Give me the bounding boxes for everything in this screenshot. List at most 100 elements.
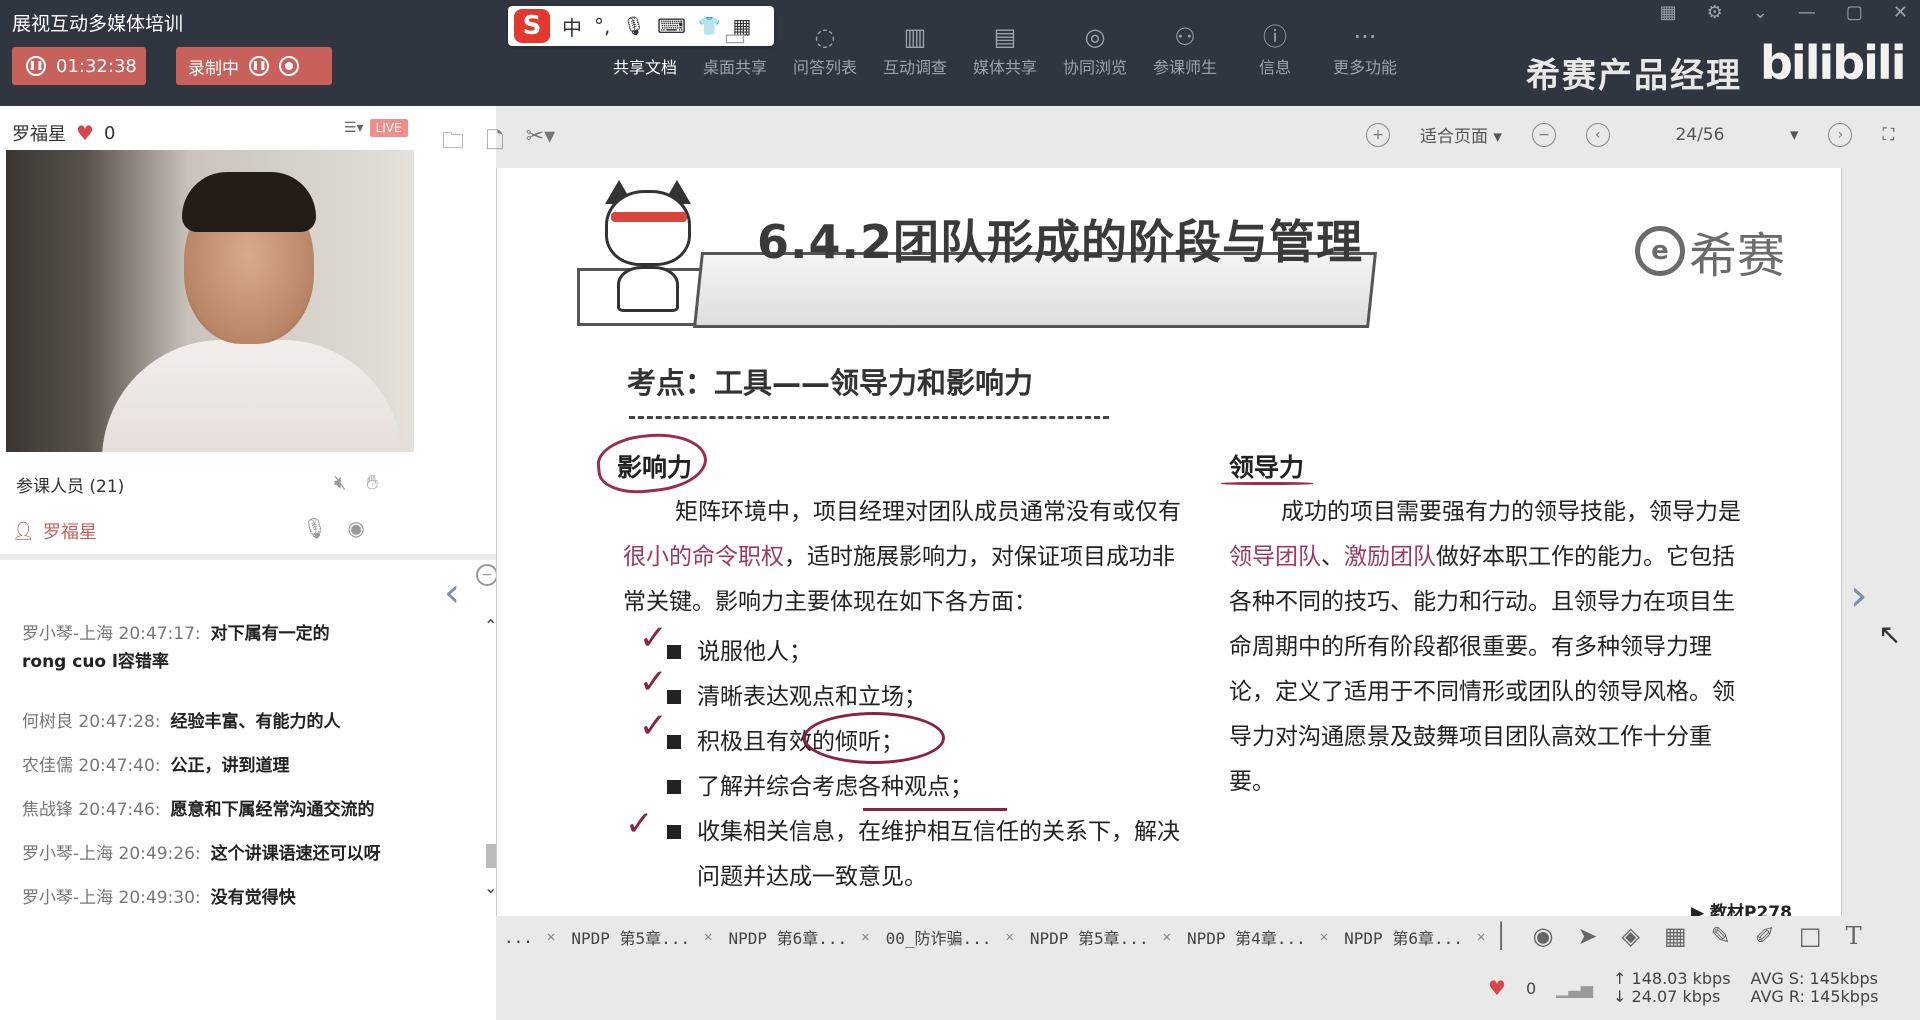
tab-close-icon[interactable]: ✕	[1320, 929, 1328, 945]
influence-bullets: 说服他人； 清晰表达观点和立场； 积极且有效的倾听； 了解并综合考虑各种观点； 收集相关…	[667, 630, 1187, 900]
pause-record-icon[interactable]: ❚❚	[249, 56, 269, 76]
chat-text: 对下属有一定的	[210, 624, 330, 644]
minimize-icon[interactable]: —	[1798, 2, 1816, 23]
bullet-square-icon	[667, 825, 681, 839]
host-row[interactable]: 👤︎ 罗福星	[12, 518, 97, 544]
toolbar-item-6[interactable]: ⚇ 参课师生	[1140, 20, 1230, 78]
page-number[interactable]: 24/56	[1640, 125, 1760, 145]
window-controls: ▦ ⚙ ⌄ — ▢ ✕	[1660, 2, 1908, 23]
heart-icon[interactable]: ♥	[76, 121, 94, 145]
bullet-item: 收集相关信息，在维护相互信任的关系下，解决问题并达成一致意见。	[667, 810, 1187, 900]
toolbar-item-1[interactable]: ▭ 桌面共享	[690, 20, 780, 78]
tab-close-icon[interactable]: ✕	[1477, 929, 1485, 945]
menu-icon[interactable]: ☰▾	[344, 120, 364, 136]
tab-close-icon[interactable]: ✕	[547, 929, 555, 945]
chat-message: 罗小琴-上海 20:49:26: 这个讲课语速还可以呀	[22, 840, 462, 868]
record-dot-icon[interactable]: ◉	[1532, 922, 1553, 950]
chat-sender: 焦战锋 20:47:46:	[22, 800, 161, 820]
document-tab-6[interactable]: NPDP 第6章... ✕	[1336, 925, 1493, 949]
layout-icon[interactable]: ▦	[1660, 2, 1677, 23]
bullet-square-icon	[667, 690, 681, 704]
microphone-icon[interactable]: 🎙︎	[302, 516, 327, 540]
zoom-in-icon[interactable]: +	[1366, 122, 1390, 147]
bullet-text: 说服他人；	[697, 639, 812, 665]
maximize-icon[interactable]: ▢	[1846, 2, 1863, 23]
text-tool-icon[interactable]: T	[1846, 922, 1862, 950]
stop-record-icon[interactable]	[279, 56, 299, 76]
page-dropdown-icon[interactable]: ▾	[1790, 125, 1799, 145]
prev-page-arrow-icon[interactable]: ‹	[444, 570, 460, 616]
tab-close-icon[interactable]: ✕	[1005, 929, 1013, 945]
camera-icon[interactable]: ◉	[347, 516, 364, 540]
tab-label: 00_防诈骗...	[885, 929, 992, 948]
timer-button[interactable]: ❚❚ 01:32:38	[12, 47, 146, 85]
logo-text: 希赛	[1689, 228, 1786, 284]
document-tab-2[interactable]: NPDP 第6章... ✕	[720, 925, 877, 949]
chat-sender: 罗小琴-上海 20:49:30:	[22, 888, 201, 908]
pointer-icon[interactable]: ➤	[1577, 922, 1597, 950]
chat-text: 这个讲课语速还可以呀	[210, 844, 381, 864]
chat-text: 经验丰富、有能力的人	[170, 712, 341, 732]
mute-all-icon[interactable]: 🔇︎	[334, 470, 347, 494]
leadership-paragraph: 成功的项目需要强有力的领导技能，领导力是领导团队、激励团队做好本职工作的能力。它…	[1229, 499, 1741, 795]
toolbar-item-label: 参课师生	[1152, 58, 1217, 77]
document-tab-4[interactable]: NPDP 第5章... ✕	[1022, 925, 1179, 949]
clear-icon[interactable]: ▦	[1664, 922, 1687, 950]
document-tabs: ... ✕ NPDP 第5章... ✕ NPDP 第6章... ✕ 00_防诈骗... ✕ NP…	[496, 918, 1496, 956]
next-page-arrow-icon[interactable]: ›	[1850, 570, 1868, 621]
hand-icon[interactable]: ✋︎	[367, 470, 378, 494]
toolbar-item-2[interactable]: ◌ 问答列表	[780, 20, 870, 78]
annotation-underline	[863, 808, 1007, 811]
highlighter-icon[interactable]: ✐	[1755, 922, 1775, 950]
app-title: 展视互动多媒体培训	[12, 13, 184, 35]
scissors-icon[interactable]: ✂▾	[526, 124, 555, 162]
pen-icon[interactable]: ✎	[1711, 922, 1731, 950]
document-icon	[600, 20, 690, 54]
eraser-icon[interactable]: ◈	[1622, 922, 1640, 950]
sogou-logo-icon[interactable]: S	[514, 9, 550, 43]
xisai-logo: e 希赛	[1635, 216, 1785, 286]
chat-message: 农佳儒 20:47:40: 公正，讲到道理	[22, 752, 462, 780]
document-tab-5[interactable]: NPDP 第4章... ✕	[1179, 925, 1336, 949]
toolbar-item-5[interactable]: ◎ 协同浏览	[1050, 20, 1140, 78]
document-tab-3[interactable]: 00_防诈骗... ✕	[878, 925, 1022, 949]
toolbar-item-0[interactable]: 共享文档	[600, 20, 690, 78]
recording-button[interactable]: 录制中 ❚❚	[176, 47, 332, 85]
chat-list: 罗小琴-上海 20:47:17: 对下属有一定的 rong cuo l容错率 何树良 …	[0, 582, 472, 1020]
tab-close-icon[interactable]: ✕	[1163, 929, 1171, 945]
document-tab-1[interactable]: NPDP 第5章... ✕	[563, 925, 720, 949]
zoom-out-icon[interactable]: −	[1531, 122, 1556, 147]
info-icon: ⓘ	[1263, 23, 1287, 51]
slide-title: 6.4.2团队形成的阶段与管理	[757, 215, 1363, 269]
bilibili-logo: bilibili	[1760, 36, 1906, 90]
document-tab-0[interactable]: ... ✕	[496, 928, 563, 947]
tab-close-icon[interactable]: ✕	[861, 929, 869, 945]
collapse-icon[interactable]: −	[476, 564, 498, 586]
mascot-image	[593, 180, 703, 320]
settings-icon[interactable]: ⚙	[1707, 2, 1723, 23]
chevron-down-icon[interactable]: ⌄	[1753, 2, 1768, 23]
file-icon[interactable]: 🗋	[486, 124, 504, 162]
fullscreen-icon[interactable]: ⛶	[1882, 125, 1894, 145]
toolbar-item-8[interactable]: ··· 更多功能	[1320, 20, 1410, 78]
tab-close-icon[interactable]: ✕	[704, 929, 712, 945]
folder-icon[interactable]: 🗀	[442, 124, 464, 162]
fit-page-select[interactable]: 适合页面 ▾	[1420, 122, 1502, 147]
bullet-item: 说服他人；	[667, 630, 1187, 675]
rectangle-icon[interactable]: □	[1799, 922, 1822, 950]
bullet-text: 收集相关信息，在维护相互信任的关系下，解决问题并达成一致意见。	[697, 819, 1180, 890]
recording-label: 录制中	[188, 58, 239, 79]
chat-message: 何树良 20:47:28: 经验丰富、有能力的人	[22, 708, 462, 736]
chat-message: 罗小琴-上海 20:49:30: 没有觉得快	[22, 884, 462, 912]
prev-page-icon[interactable]: ‹	[1585, 122, 1610, 147]
close-icon[interactable]: ✕	[1893, 2, 1908, 23]
toolbar-item-3[interactable]: ▥ 互动调查	[870, 20, 960, 78]
toolbar-item-label: 协同浏览	[1062, 58, 1127, 77]
teacher-video[interactable]	[6, 150, 414, 452]
chat-scrollbar[interactable]: ⌃ ⌄	[484, 616, 497, 897]
next-page-icon[interactable]: ›	[1828, 122, 1853, 147]
toolbar-item-7[interactable]: ⓘ 信息	[1230, 20, 1320, 78]
toolbar-item-4[interactable]: ▤ 媒体共享	[960, 20, 1050, 78]
ime-mode[interactable]: 中	[562, 12, 582, 41]
check-mark-icon: ✓	[639, 662, 668, 702]
